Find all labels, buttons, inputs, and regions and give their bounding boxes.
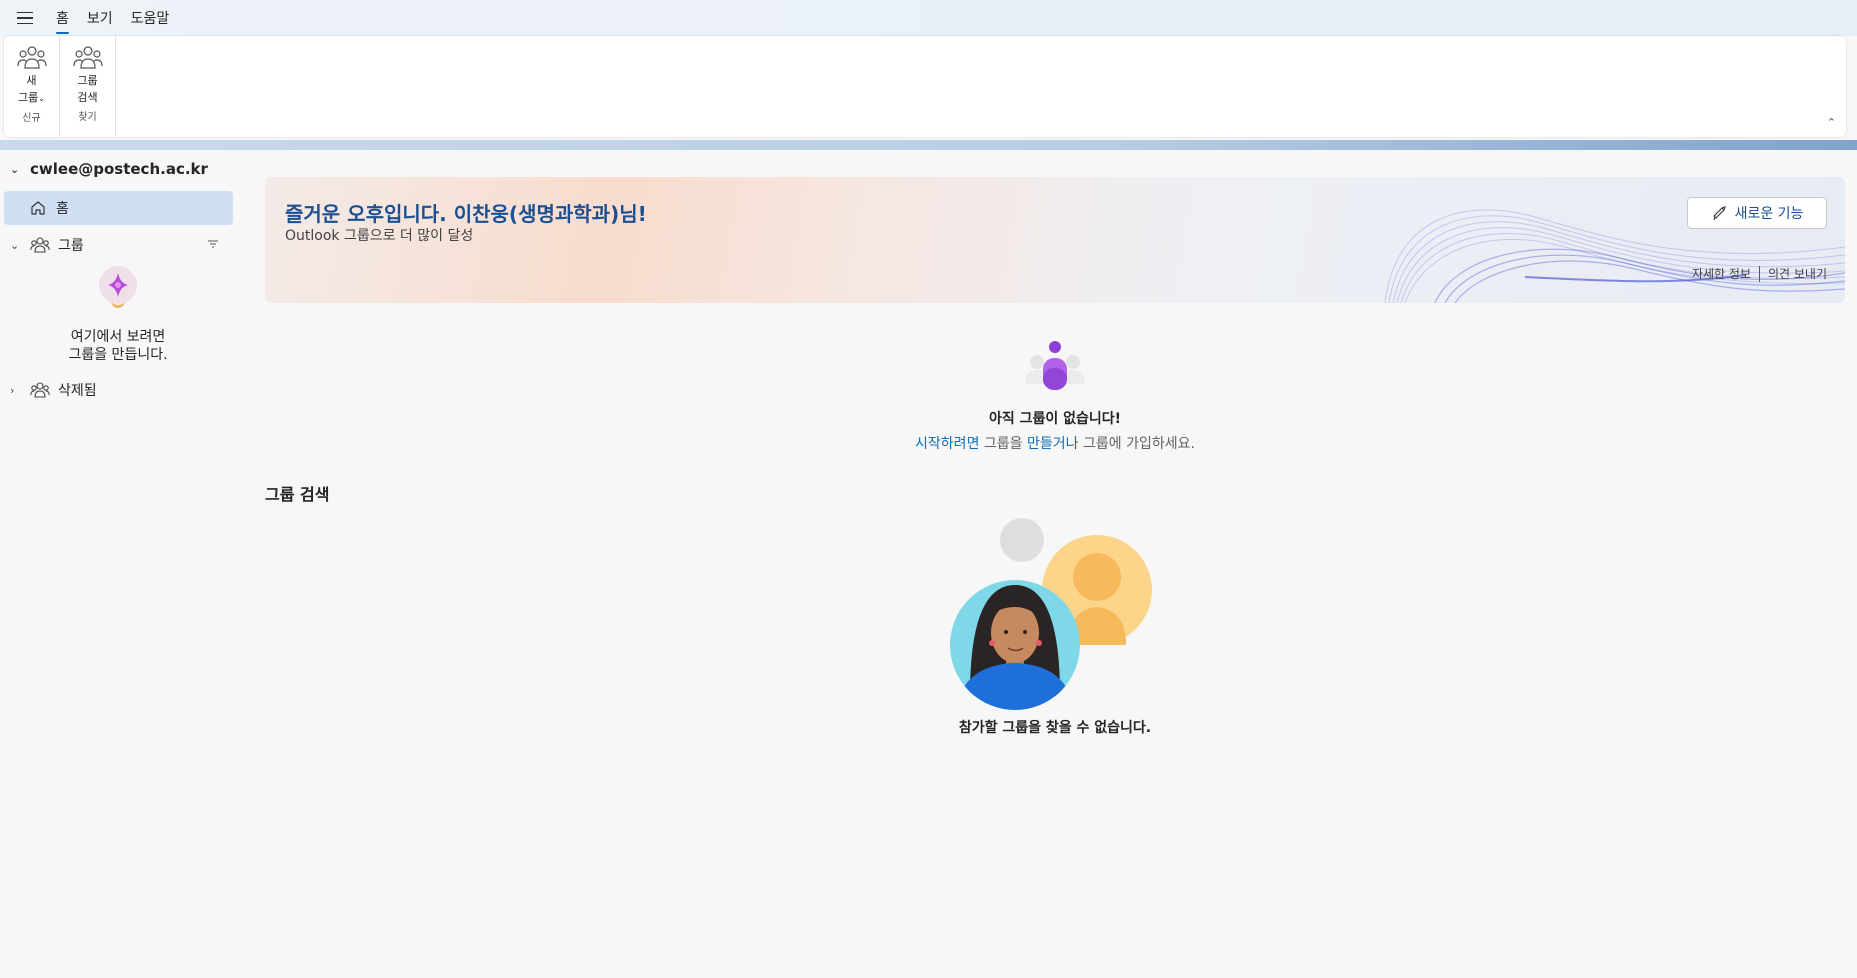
sparkle-bulb-icon xyxy=(99,266,137,308)
create-group-link[interactable]: 만들거나 xyxy=(1027,436,1079,452)
ribbon: 새 그룹⌄ 신규 그룹 검색 찾기 ⌃ xyxy=(4,36,1846,137)
new-group-button[interactable]: 새 그룹⌄ xyxy=(16,44,47,107)
chevron-right-icon: › xyxy=(10,383,15,397)
megaphone-icon xyxy=(1712,206,1726,221)
discover-groups-title: 그룹 검색 xyxy=(265,485,330,504)
group-people-icon xyxy=(30,382,50,398)
link-divider xyxy=(1758,265,1760,282)
new-group-label: 새 그룹⌄ xyxy=(18,74,45,104)
ribbon-group-label-new: 신규 xyxy=(22,113,41,124)
ribbon-group-find: 그룹 검색 찾기 xyxy=(60,36,116,137)
account-email: cwlee@postech.ac.kr xyxy=(30,160,208,178)
sidebar-item-label: 그룹 xyxy=(58,238,84,254)
whats-new-button[interactable]: 새로운 기능 xyxy=(1687,197,1827,229)
filter-icon[interactable] xyxy=(207,239,219,249)
learn-more-link[interactable]: 자세한 정보 xyxy=(1692,265,1751,282)
find-group-label: 그룹 검색 xyxy=(77,74,98,104)
group-people-icon xyxy=(72,46,103,69)
chevron-down-icon: ⌄ xyxy=(38,94,45,103)
chevron-down-icon: ⌄ xyxy=(10,238,20,252)
header-accent-strip xyxy=(0,140,1857,150)
banner-subtitle: Outlook 그룹으로 더 많이 달성 xyxy=(285,228,474,244)
ribbon-group-label-find: 찾기 xyxy=(78,112,97,123)
ribbon-group-new: 새 그룹⌄ 신규 xyxy=(4,36,60,137)
people-illustration xyxy=(950,518,1152,710)
group-illustration-icon xyxy=(1025,341,1085,390)
hamburger-menu-icon[interactable] xyxy=(10,3,40,33)
no-groups-empty-state: 아직 그룹이 없습니다! 시작하려면 그룹을 만들거나 그룹에 가입하세요. xyxy=(800,340,1310,453)
tab-home[interactable]: 홈 xyxy=(56,2,69,34)
sidebar-empty-state: 여기에서 보려면 그룹을 만듭니다. xyxy=(0,266,236,364)
tab-help[interactable]: 도움말 xyxy=(131,2,170,34)
sidebar-empty-text: 여기에서 보려면 그룹을 만듭니다. xyxy=(68,329,168,363)
tab-view[interactable]: 보기 xyxy=(87,2,113,34)
feedback-link[interactable]: 의견 보내기 xyxy=(1768,265,1827,282)
home-icon xyxy=(31,201,45,215)
account-folder[interactable]: ⌄ cwlee@postech.ac.kr xyxy=(10,160,208,178)
sidebar-item-groups[interactable]: ⌄ 그룹 xyxy=(10,230,225,260)
no-groups-title: 아직 그룹이 없습니다! xyxy=(988,411,1122,427)
group-people-icon xyxy=(16,46,47,69)
sidebar-item-label: 삭제됨 xyxy=(58,383,97,399)
menu-bar: 홈 보기 도움말 xyxy=(0,0,1857,36)
welcome-banner: 즐거운 오후입니다. 이찬웅(생명과학과)님! Outlook 그룹으로 더 많… xyxy=(265,177,1845,303)
sidebar-item-label: 홈 xyxy=(56,201,69,217)
no-groups-description: 시작하려면 그룹을 만들거나 그룹에 가입하세요. xyxy=(915,436,1195,452)
group-people-icon xyxy=(30,237,50,253)
sidebar: ⌄ cwlee@postech.ac.kr 홈 ⌄ 그룹 여기에서 보려면 그룹… xyxy=(0,150,240,978)
banner-swirl-graphic xyxy=(1384,209,1845,303)
chevron-down-icon: ⌄ xyxy=(10,162,20,176)
get-started-link[interactable]: 시작하려면 xyxy=(915,436,979,452)
whats-new-label: 새로운 기능 xyxy=(1734,206,1804,222)
banner-links: 자세한 정보 의견 보내기 xyxy=(1692,265,1827,282)
collapse-ribbon-icon[interactable]: ⌃ xyxy=(1827,116,1836,129)
banner-greeting: 즐거운 오후입니다. 이찬웅(생명과학과)님! xyxy=(285,202,647,226)
sidebar-item-home[interactable]: 홈 xyxy=(4,191,233,225)
sidebar-item-deleted[interactable]: › 삭제됨 xyxy=(10,380,97,400)
find-group-button[interactable]: 그룹 검색 xyxy=(72,44,103,106)
no-discoverable-groups-text: 참가할 그룹을 찾을 수 없습니다. xyxy=(958,720,1152,736)
